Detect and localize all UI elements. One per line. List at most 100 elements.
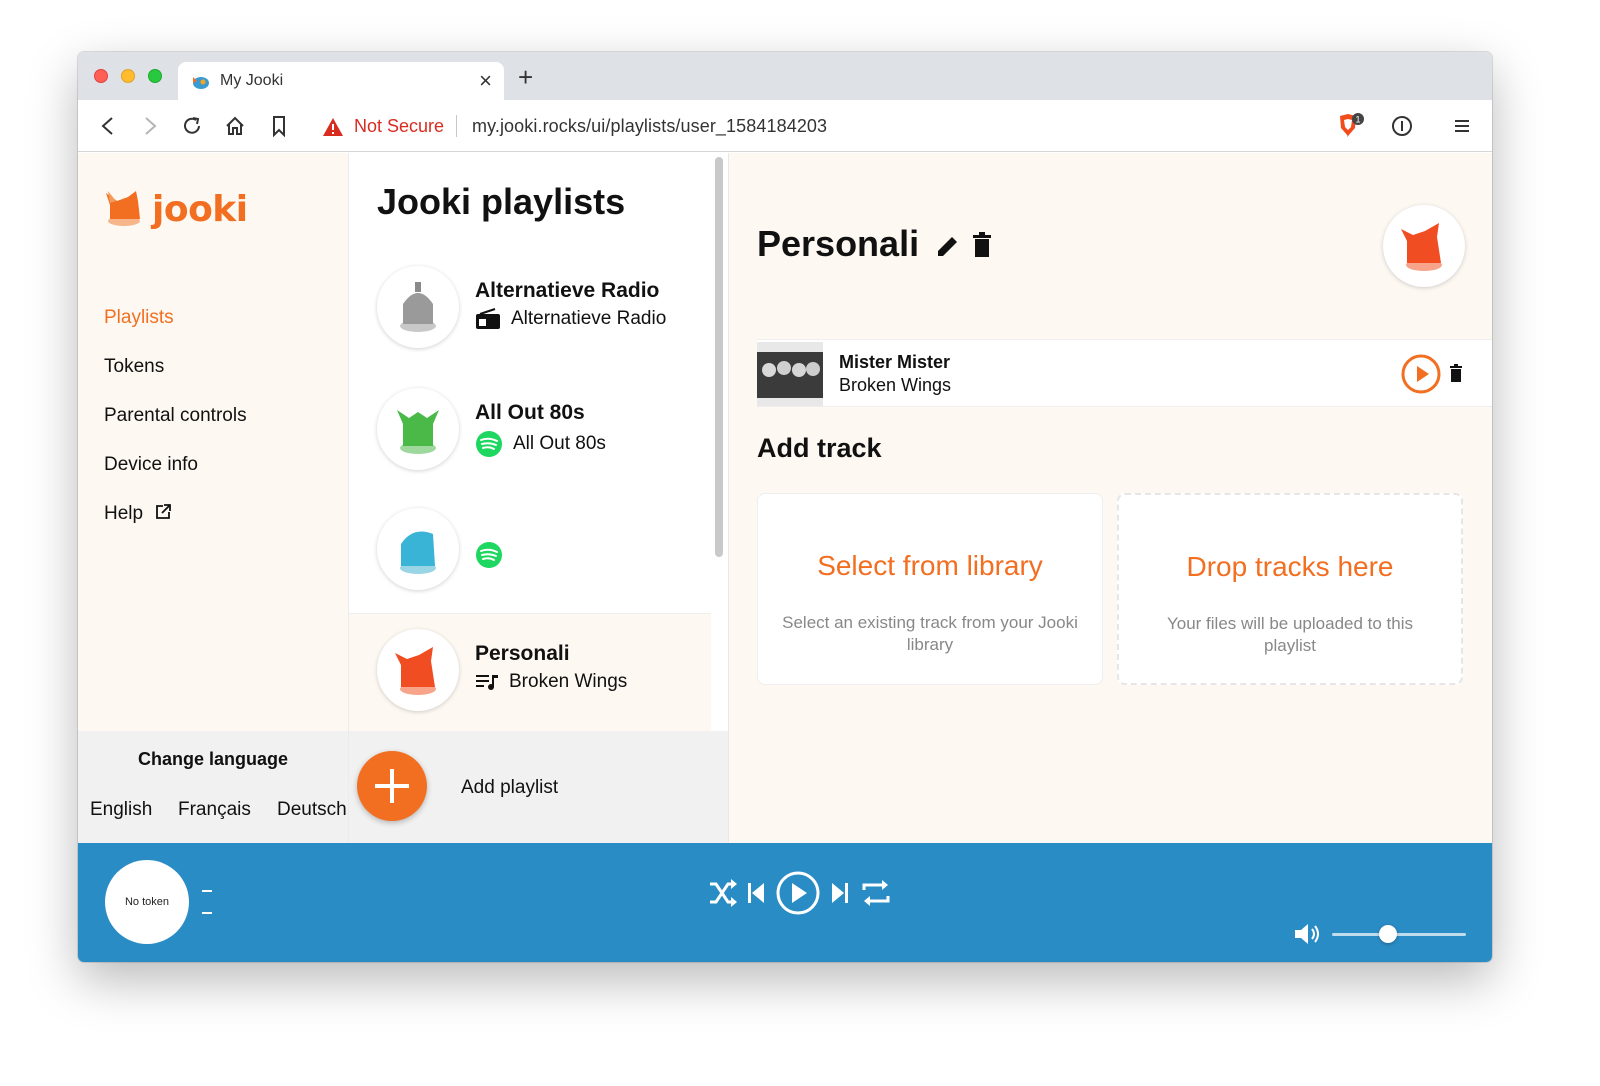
remove-track-icon[interactable] [1449,364,1463,382]
volume-control [1292,919,1472,949]
playlist-figure-avatar [377,388,459,470]
not-secure-label[interactable]: Not Secure [354,116,444,137]
playlist-item[interactable]: Alternatieve Radio Alternatieve Radio [349,253,711,373]
warning-icon [323,118,343,136]
address-bar[interactable]: Not Secure my.jooki.rocks/ui/playlists/u… [310,107,1378,145]
nav-device-info[interactable]: Device info [104,454,198,476]
shuffle-icon[interactable] [710,879,737,907]
jooki-logo[interactable]: jooki [104,185,248,235]
zoom-window-button[interactable] [148,69,162,83]
menu-icon[interactable] [1450,114,1474,138]
playlist-item[interactable] [349,495,711,615]
url-text[interactable]: my.jooki.rocks/ui/playlists/user_1584184… [472,116,827,137]
playlist-figure-avatar [377,266,459,348]
play-track-icon[interactable] [1401,354,1441,394]
next-track-icon[interactable] [832,883,848,903]
reload-icon[interactable] [180,114,204,138]
playback-controls [710,871,890,915]
nav-help[interactable]: Help [104,503,172,525]
brave-badge-count: 1 [1355,115,1360,125]
whale-figure-icon [400,531,436,574]
token-indicator[interactable]: No token [105,860,189,944]
browser-tab[interactable]: My Jooki × [178,62,504,100]
previous-track-icon[interactable] [748,883,764,903]
sidebar: jooki Playlists Tokens Parental controls… [78,153,348,843]
back-icon[interactable] [96,114,120,138]
bookmark-icon[interactable] [267,114,291,138]
playlist-subtitle-text: All Out 80s [513,433,606,455]
playlist-item[interactable]: All Out 80s All Out 80s [349,375,711,495]
knight-figure-icon [400,282,436,332]
tab-title: My Jooki [220,72,284,89]
minimize-window-button[interactable] [121,69,135,83]
volume-slider-knob[interactable] [1379,925,1398,943]
language-selector: Change language English Français Deutsch [78,731,348,843]
playlist-figure-avatar [377,629,459,711]
select-from-library-card[interactable]: Select from library Select an existing t… [757,493,1103,685]
track-title: Broken Wings [839,375,952,395]
drop-tracks-title: Drop tracks here [1186,551,1394,582]
playlist-name: Personali [475,642,570,665]
playlist-figure-avatar [377,508,459,590]
playlist-figure-large[interactable] [1383,205,1465,287]
token-label: No token [124,896,170,908]
playlist-subtitle-text: Broken Wings [509,671,628,692]
edit-icon[interactable] [935,233,961,259]
playlist-subtitle [475,541,513,569]
forward-icon[interactable] [138,114,162,138]
track-artist: Mister Mister [839,352,951,372]
playlists-scrollbar[interactable] [715,157,723,557]
spotify-icon [476,431,502,457]
jooki-favicon-icon [193,77,209,89]
playlists-title: Jooki playlists [377,181,626,222]
nav-parental-controls[interactable]: Parental controls [104,405,247,427]
logo-text: jooki [152,189,248,230]
nav-playlists[interactable]: Playlists [104,307,174,329]
drop-tracks-zone[interactable]: Drop tracks here Your files will be uplo… [1117,493,1463,685]
playlist-subtitle: Broken Wings [475,671,627,693]
jooki-logo-icon [106,191,140,226]
repeat-icon[interactable] [862,880,890,906]
trash-icon[interactable] [971,231,993,259]
home-icon[interactable] [223,114,247,138]
playlist-detail: Personali Mister Mister Broken Wings Add… [728,153,1492,843]
lang-francais[interactable]: Français [178,799,251,821]
volume-slider-track[interactable] [1332,933,1466,936]
playlist-name: All Out 80s [475,401,585,424]
tab-strip: My Jooki × + [78,52,1492,100]
add-track-title: Add track [757,433,882,463]
lang-deutsch[interactable]: Deutsch [277,799,347,821]
track-row[interactable]: Mister Mister Broken Wings [757,339,1492,407]
nav-tokens[interactable]: Tokens [104,356,164,378]
spotify-icon [476,542,502,568]
new-tab-button[interactable]: + [518,64,533,90]
playlist-subtitle-text: Alternatieve Radio [511,308,667,330]
lang-english[interactable]: English [90,799,152,821]
volume-icon[interactable] [1292,919,1322,949]
nav-help-label: Help [104,503,144,524]
browser-toolbar: Not Secure my.jooki.rocks/ui/playlists/u… [78,100,1492,152]
playlist-icon [476,674,498,690]
app-content: jooki Playlists Tokens Parental controls… [78,153,1492,843]
playlist-name: Alternatieve Radio [475,279,660,302]
add-playlist-label[interactable]: Add playlist [461,777,558,799]
close-tab-icon[interactable]: × [479,68,492,94]
playlist-title: Personali [757,223,920,264]
player-bar: No token [78,843,1492,962]
playlist-subtitle: All Out 80s [475,430,606,458]
token-dash-bottom [202,912,212,914]
play-pause-icon[interactable] [776,871,820,915]
playlist-subtitle: Alternatieve Radio [475,308,666,330]
url-divider [456,115,457,137]
brave-shields-icon[interactable]: 1 [1336,112,1366,140]
album-cover-image [757,342,823,406]
add-playlist-button[interactable] [357,751,427,821]
radio-icon [476,308,500,329]
browser-window: My Jooki × + Not Secure my.jooki.rocks/u… [78,52,1492,962]
token-dash-top [202,890,212,892]
drop-tracks-description: Your files will be uploaded to this play… [1166,614,1414,655]
add-playlist-bar: Add playlist [349,731,729,843]
playlist-item-selected[interactable]: Personali Broken Wings [349,613,711,733]
extension-info-icon[interactable] [1390,114,1414,138]
close-window-button[interactable] [94,69,108,83]
